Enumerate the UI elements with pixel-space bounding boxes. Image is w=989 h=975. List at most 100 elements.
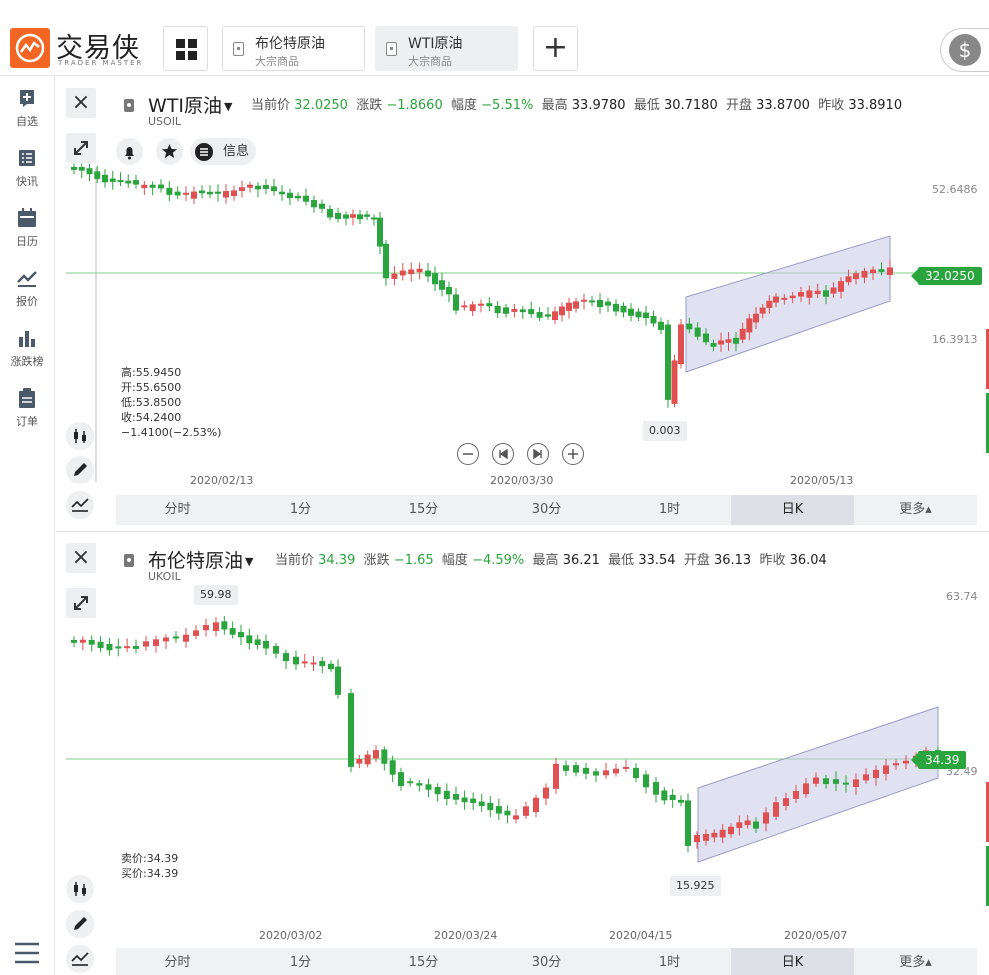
tab-subtitle: 大宗商品 xyxy=(408,55,452,68)
add-square-icon xyxy=(20,90,34,107)
period-selector: 分时 1分 15分 30分 1时 日K 更多▴ xyxy=(116,495,977,525)
candle xyxy=(434,783,441,802)
candle xyxy=(635,308,642,322)
candle xyxy=(478,793,485,812)
tab-wti[interactable]: WTI原油 大宗商品 xyxy=(375,26,518,71)
period-1m[interactable]: 1分 xyxy=(239,948,362,975)
pct-value: −4.59% xyxy=(472,553,525,568)
zoom-out-button[interactable] xyxy=(457,443,479,465)
candle xyxy=(293,650,299,670)
period-timeshare[interactable]: 分时 xyxy=(116,495,239,525)
period-15m[interactable]: 15分 xyxy=(362,495,485,525)
candle xyxy=(552,306,558,325)
period-1h[interactable]: 1时 xyxy=(608,948,731,975)
period-1m[interactable]: 1分 xyxy=(239,495,362,525)
period-1h[interactable]: 1时 xyxy=(608,495,731,525)
dollar-icon: $ xyxy=(949,34,981,66)
candle xyxy=(174,186,181,199)
candlestick-chart[interactable] xyxy=(56,602,989,932)
candle xyxy=(71,163,77,175)
candle xyxy=(671,354,678,408)
indicator-button[interactable] xyxy=(66,491,94,519)
logo-subtitle: TRADER MASTER xyxy=(58,59,144,67)
candle xyxy=(381,746,388,771)
period-more[interactable]: 更多▴ xyxy=(854,948,977,975)
candle xyxy=(453,786,459,805)
close-panel-button[interactable]: × xyxy=(66,88,96,118)
indicator-icon xyxy=(71,952,89,966)
draw-tool-button[interactable] xyxy=(66,910,94,938)
period-timeshare[interactable]: 分时 xyxy=(116,948,239,975)
candle xyxy=(536,307,543,321)
jump-end-button[interactable] xyxy=(527,443,549,465)
current-price: 32.0250 xyxy=(294,98,348,113)
candle xyxy=(125,174,132,188)
ohlc-high: 高:55.9450 xyxy=(121,366,182,379)
period-30m[interactable]: 30分 xyxy=(485,495,608,525)
candle xyxy=(461,300,468,311)
tab-subtitle: 大宗商品 xyxy=(255,55,299,68)
symbol-name: WTI原油 xyxy=(148,95,222,117)
candle xyxy=(383,240,389,286)
candle-type-button[interactable] xyxy=(66,875,94,903)
candle xyxy=(191,186,197,205)
plus-icon xyxy=(568,449,578,459)
symbol-selector[interactable]: WTI原油 ▼ xyxy=(148,91,232,118)
add-tab-button[interactable]: + xyxy=(533,26,578,71)
draw-tool-button[interactable] xyxy=(66,456,94,484)
period-selector: 分时 1分 15分 30分 1时 日K 更多▴ xyxy=(116,948,977,975)
change-label: 涨跌 xyxy=(356,98,383,113)
sidebar-item-calendar[interactable]: 日历 xyxy=(0,208,54,258)
high-label: 最高 xyxy=(541,98,568,113)
sidebar-item-quotes[interactable]: 报价 xyxy=(0,268,54,318)
candle xyxy=(685,793,691,853)
menu-button[interactable] xyxy=(14,942,40,968)
sidebar-item-ranking[interactable]: 涨跌榜 xyxy=(0,328,54,378)
calendar-icon xyxy=(18,208,36,227)
period-more[interactable]: 更多▴ xyxy=(854,495,977,525)
candle xyxy=(311,195,317,213)
candle xyxy=(153,635,159,653)
bid-price: 买价:34.39 xyxy=(121,867,179,880)
high-callout: 59.98 xyxy=(194,585,238,605)
candle xyxy=(487,796,494,818)
ohlc-open: 开:55.6500 xyxy=(121,381,182,394)
skip-back-icon xyxy=(499,448,508,460)
candle-type-button[interactable] xyxy=(66,422,94,450)
candle xyxy=(350,209,356,226)
candlestick-icon xyxy=(74,882,86,896)
low-value: 30.7180 xyxy=(663,98,718,113)
sidebar-item-orders[interactable]: 订单 xyxy=(0,388,54,438)
sidebar-item-watchlist[interactable]: 自选 xyxy=(0,88,54,138)
period-30m[interactable]: 30分 xyxy=(485,948,608,975)
pct-label: 幅度 xyxy=(451,98,478,113)
tab-brent[interactable]: 布伦特原油 大宗商品 xyxy=(222,26,365,71)
open-value: 33.8700 xyxy=(756,98,810,113)
jump-start-button[interactable] xyxy=(492,443,514,465)
candle xyxy=(163,634,169,650)
period-daily[interactable]: 日K xyxy=(731,948,854,975)
high-value: 33.9780 xyxy=(571,98,626,113)
candle xyxy=(643,305,649,326)
symbol-selector[interactable]: 布伦特原油 ▼ xyxy=(148,546,253,573)
close-panel-button[interactable]: × xyxy=(66,543,96,573)
candle xyxy=(661,787,668,805)
period-15m[interactable]: 15分 xyxy=(362,948,485,975)
document-icon xyxy=(386,42,397,56)
candle xyxy=(207,185,213,198)
candle xyxy=(199,185,205,199)
candle xyxy=(620,302,627,318)
candle xyxy=(678,795,684,807)
zoom-in-button[interactable] xyxy=(562,443,584,465)
indicator-button[interactable] xyxy=(66,945,94,973)
symbol-name: 布伦特原油 xyxy=(148,550,244,572)
candle xyxy=(533,794,539,818)
current-price-tag: 32.0250 xyxy=(911,267,982,285)
account-button[interactable]: $ xyxy=(940,28,989,72)
candle xyxy=(193,625,199,640)
prev-close-label: 昨收 xyxy=(759,553,786,568)
candle xyxy=(213,617,219,637)
grid-layout-button[interactable] xyxy=(163,26,208,71)
sidebar-item-news[interactable]: 快讯 xyxy=(0,148,54,198)
period-daily[interactable]: 日K xyxy=(731,495,854,525)
